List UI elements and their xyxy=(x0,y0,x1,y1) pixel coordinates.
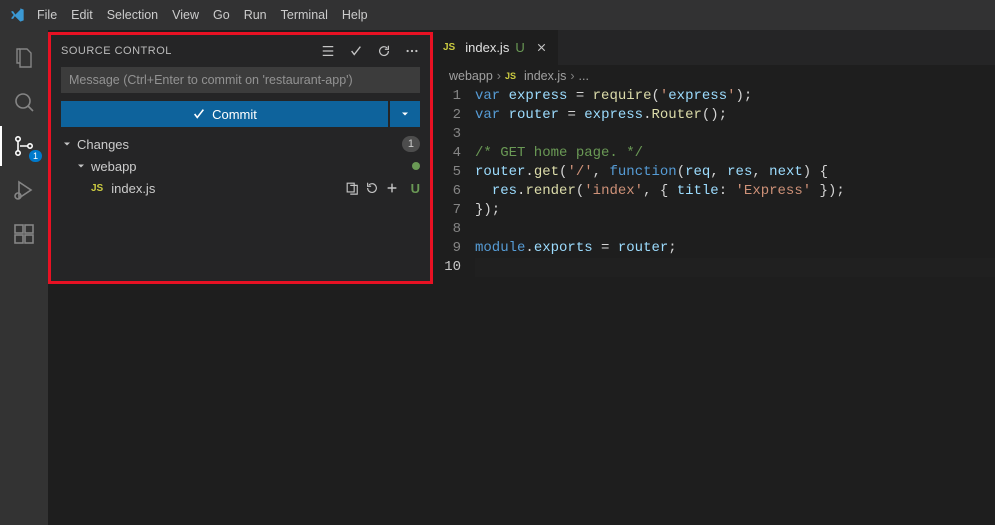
stage-changes-icon[interactable] xyxy=(385,181,399,195)
breadcrumb-file[interactable]: index.js xyxy=(524,69,566,83)
menu-bar: File Edit Selection View Go Run Terminal… xyxy=(0,0,995,30)
commit-icon[interactable] xyxy=(348,43,364,59)
scm-badge: 1 xyxy=(29,150,42,162)
breadcrumb-separator-icon: › xyxy=(570,69,574,83)
editor-area: JS index.js U webapp › JS index.js › ... xyxy=(433,30,995,525)
source-control-panel: SOURCE CONTROL Message (Ctrl+Enter to co… xyxy=(48,32,433,284)
scm-title: SOURCE CONTROL xyxy=(61,45,172,57)
changes-label: Changes xyxy=(77,137,129,152)
file-row[interactable]: JS index.js U xyxy=(51,177,430,199)
activity-bar: 1 xyxy=(0,30,48,525)
discard-changes-icon[interactable] xyxy=(365,181,379,195)
menu-file[interactable]: File xyxy=(30,4,64,26)
breadcrumb-more[interactable]: ... xyxy=(579,69,589,83)
breadcrumb-separator-icon: › xyxy=(497,69,501,83)
menu-help[interactable]: Help xyxy=(335,4,375,26)
code-lines[interactable]: var express = require('express');var rou… xyxy=(475,87,995,277)
js-file-icon: JS xyxy=(505,71,516,81)
commit-dropdown-button[interactable] xyxy=(390,101,420,127)
menu-selection[interactable]: Selection xyxy=(100,4,165,26)
search-icon[interactable] xyxy=(0,82,48,122)
menu-edit[interactable]: Edit xyxy=(64,4,100,26)
code-editor[interactable]: 1 2 3 4 5 6 7 8 9 10 var express = requi… xyxy=(433,87,995,277)
breadcrumb-folder[interactable]: webapp xyxy=(449,69,493,83)
commit-button-label: Commit xyxy=(212,107,257,122)
folder-row[interactable]: webapp xyxy=(51,155,430,177)
menu-go[interactable]: Go xyxy=(206,4,237,26)
js-file-icon: JS xyxy=(91,183,103,194)
vscode-logo-icon xyxy=(4,7,30,23)
extensions-icon[interactable] xyxy=(0,214,48,254)
source-control-icon[interactable]: 1 xyxy=(0,126,48,166)
js-file-icon: JS xyxy=(443,42,455,53)
open-file-icon[interactable] xyxy=(345,181,359,195)
explorer-icon[interactable] xyxy=(0,38,48,78)
chevron-down-icon xyxy=(61,138,73,150)
editor-tabs: JS index.js U xyxy=(433,30,995,65)
menu-run[interactable]: Run xyxy=(237,4,274,26)
commit-message-placeholder: Message (Ctrl+Enter to commit on 'restau… xyxy=(69,73,353,87)
scm-header: SOURCE CONTROL xyxy=(51,35,430,67)
more-actions-icon[interactable] xyxy=(404,43,420,59)
commit-button[interactable]: Commit xyxy=(61,101,388,127)
tab-index-js[interactable]: JS index.js U xyxy=(433,30,559,65)
tab-filename: index.js xyxy=(465,40,509,55)
chevron-down-icon xyxy=(75,160,87,172)
commit-message-input[interactable]: Message (Ctrl+Enter to commit on 'restau… xyxy=(61,67,420,93)
folder-name: webapp xyxy=(91,159,137,174)
file-status: U xyxy=(411,181,420,196)
folder-status-dot xyxy=(412,162,420,170)
file-name: index.js xyxy=(111,181,155,196)
refresh-icon[interactable] xyxy=(376,43,392,59)
breadcrumbs[interactable]: webapp › JS index.js › ... xyxy=(433,65,995,87)
menu-view[interactable]: View xyxy=(165,4,206,26)
run-debug-icon[interactable] xyxy=(0,170,48,210)
menu-terminal[interactable]: Terminal xyxy=(274,4,335,26)
changes-group[interactable]: Changes 1 xyxy=(51,133,430,155)
close-tab-icon[interactable] xyxy=(535,41,548,54)
tab-status: U xyxy=(515,40,524,55)
scm-tree: Changes 1 webapp JS index.js U xyxy=(51,131,430,201)
line-number-gutter: 1 2 3 4 5 6 7 8 9 10 xyxy=(433,87,475,277)
view-as-tree-icon[interactable] xyxy=(320,43,336,59)
changes-count-badge: 1 xyxy=(402,136,420,152)
